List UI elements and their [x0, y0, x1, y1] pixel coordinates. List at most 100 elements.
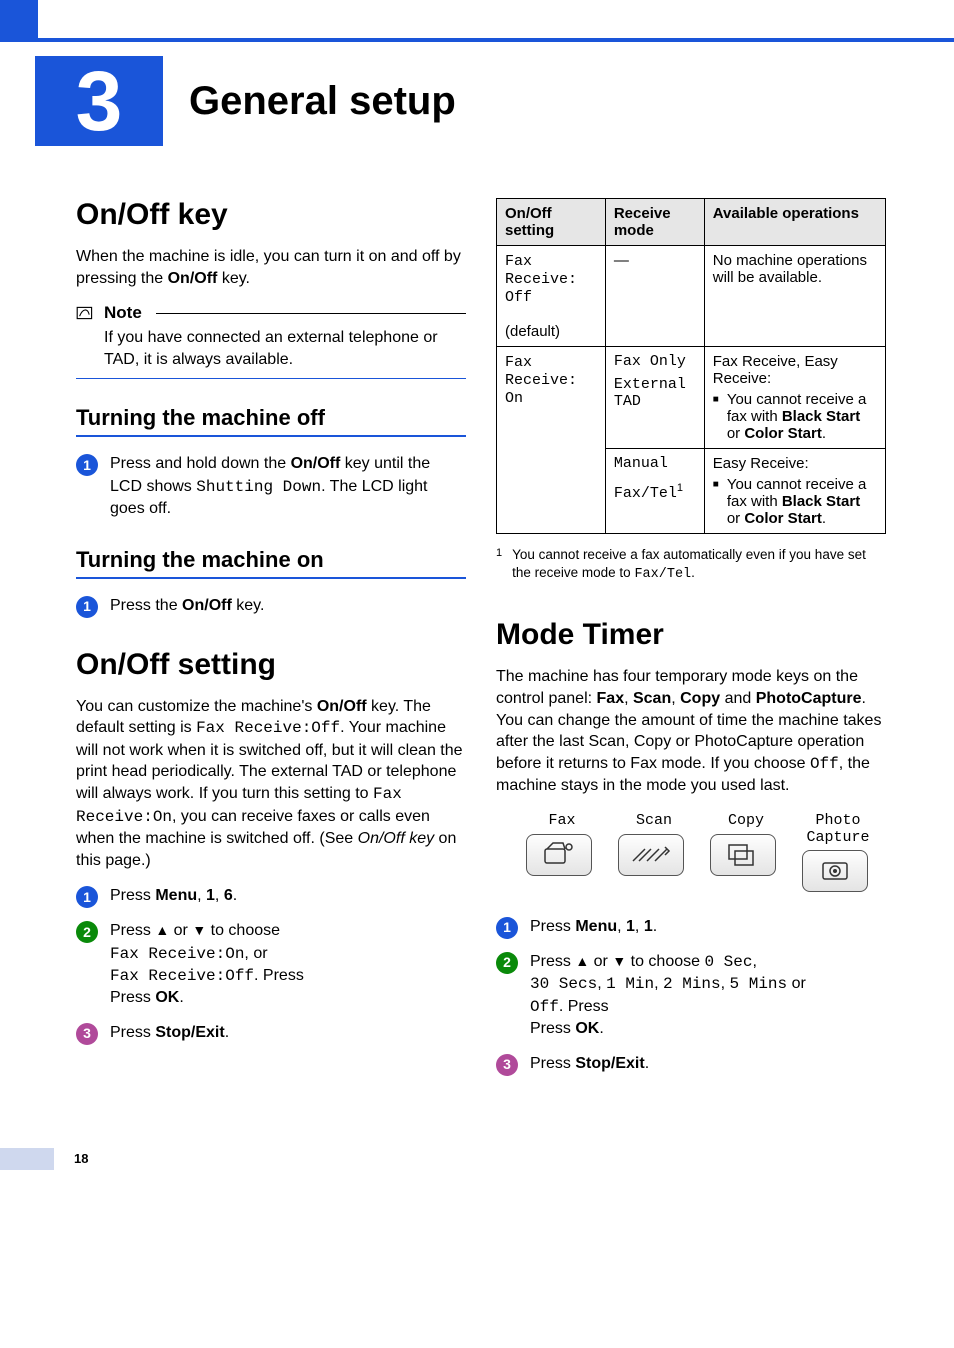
note-rule [156, 313, 466, 314]
text: , [671, 690, 680, 707]
square-bullet-icon: ■ [713, 391, 719, 442]
text-bold: Copy [680, 690, 720, 707]
text-bold: 1 [644, 918, 653, 935]
mode-label: Copy [710, 813, 782, 830]
text-mono: 5 Mins [730, 975, 788, 993]
step-setting-1: 1 Press Menu, 1, 6. [76, 885, 466, 908]
up-arrow-icon: ▲ [155, 922, 169, 938]
text-mono: 0 Sec [704, 953, 752, 971]
text: Press and hold down the [110, 455, 291, 472]
page: 3 General setup On/Off key When the mach… [0, 0, 954, 1170]
text-bold: On/Off [317, 698, 367, 715]
up-arrow-icon: ▲ [575, 953, 589, 969]
chapter-title: General setup [189, 79, 456, 124]
footnote-text: You cannot receive a fax automatically e… [512, 546, 886, 584]
text-bold: Stop/Exit [155, 1024, 224, 1041]
text-bold: PhotoCapture [756, 690, 862, 707]
step-text: Press Stop/Exit. [530, 1053, 649, 1076]
mode-scan: Scan [618, 813, 690, 892]
text: Press [530, 953, 575, 970]
note-header: Note [76, 303, 466, 323]
onoff-setting-paragraph: You can customize the machine's On/Off k… [76, 696, 466, 872]
text: Press [110, 922, 155, 939]
text: Press [530, 1055, 575, 1072]
text-mono: Fax Receive:On [110, 945, 244, 963]
fax-icon [526, 834, 592, 876]
text: You cannot receive a fax with Black Star… [727, 391, 877, 442]
text-bold: 1 [206, 887, 215, 904]
chapter-header: 3 General setup [35, 56, 954, 146]
text: . [822, 510, 826, 527]
text: Press the [110, 597, 182, 614]
text: to choose [626, 953, 704, 970]
mode-label: Scan [618, 813, 690, 830]
step-setting-2: 2 Press ▲ or ▼ to choose Fax Receive:On,… [76, 920, 466, 1010]
mode-photocapture: Photo Capture [802, 813, 874, 892]
text: , [721, 975, 730, 992]
mode-key-row: Fax Scan Copy Photo Capture [526, 813, 886, 892]
text: , [197, 887, 206, 904]
text: You can customize the machine's [76, 698, 317, 715]
text-mono: 1 Min [606, 975, 654, 993]
text: or [169, 922, 192, 939]
text: Press [110, 989, 155, 1006]
text: , [654, 975, 663, 992]
down-arrow-icon: ▼ [612, 953, 626, 969]
text-mono: External TAD [614, 376, 696, 410]
heading-underline [76, 435, 466, 437]
text-mono: Off [530, 998, 559, 1016]
text-mono: Fax Receive: On [505, 354, 577, 407]
table-row: Fax Receive: Off (default) — No machine … [497, 246, 886, 347]
text-bold: Scan [633, 690, 671, 707]
cell-receive-none: — [605, 246, 704, 347]
table-row: Fax Receive: On Fax Only External TAD Fa… [497, 347, 886, 449]
text-bold: On/Off [168, 270, 218, 287]
note-icon [76, 305, 96, 321]
text: Press [110, 1024, 155, 1041]
text-bold: 1 [626, 918, 635, 935]
text-mono: Shutting Down [196, 478, 321, 496]
text: . [691, 565, 695, 580]
heading-turning-on: Turning the machine on [76, 547, 466, 573]
onoff-modes-table: On/Off setting Receive mode Available op… [496, 198, 886, 534]
text: or [787, 975, 806, 992]
step-text: Press ▲ or ▼ to choose Fax Receive:On, o… [110, 920, 304, 1010]
step-text: Press the On/Off key. [110, 595, 264, 618]
step-number-icon: 1 [76, 454, 98, 476]
left-column: On/Off key When the machine is idle, you… [76, 198, 466, 1088]
down-arrow-icon: ▼ [192, 922, 206, 938]
cell-receive-faxonly: Fax Only External TAD [605, 347, 704, 449]
bullet: ■ You cannot receive a fax with Black St… [713, 391, 877, 442]
text-bold: Black Start [782, 493, 860, 510]
page-accent [0, 1148, 54, 1170]
step-number-icon: 1 [76, 886, 98, 908]
text: . [233, 887, 237, 904]
text: or [589, 953, 612, 970]
text: . Press [559, 998, 609, 1015]
mode-copy: Copy [710, 813, 782, 892]
right-column: On/Off setting Receive mode Available op… [496, 198, 886, 1088]
text-bold: 6 [224, 887, 233, 904]
text-italic: On/Off key [358, 830, 434, 847]
text: , [635, 918, 644, 935]
text-bold: Menu [155, 887, 197, 904]
text-mono: Fax/Tel [614, 485, 677, 502]
text: Fax/Tel1 [614, 482, 696, 502]
text-mono: 2 Mins [663, 975, 721, 993]
text: . [653, 918, 657, 935]
scan-icon [618, 834, 684, 876]
step-number-icon: 2 [76, 921, 98, 943]
note-label: Note [104, 303, 142, 323]
text: , [624, 690, 633, 707]
onoff-key-intro: When the machine is idle, you can turn i… [76, 246, 466, 289]
th-operations: Available operations [704, 199, 885, 246]
text: or [727, 425, 745, 442]
mode-label: Photo Capture [802, 813, 874, 846]
footnote-number: 1 [496, 546, 502, 584]
text: key. [217, 270, 250, 287]
cell-setting-off: Fax Receive: Off (default) [497, 246, 606, 347]
text: , or [244, 945, 267, 962]
text: or [727, 510, 745, 527]
cell-receive-manual: Manual Fax/Tel1 [605, 449, 704, 534]
text-mono: Fax Receive:Off [196, 719, 340, 737]
